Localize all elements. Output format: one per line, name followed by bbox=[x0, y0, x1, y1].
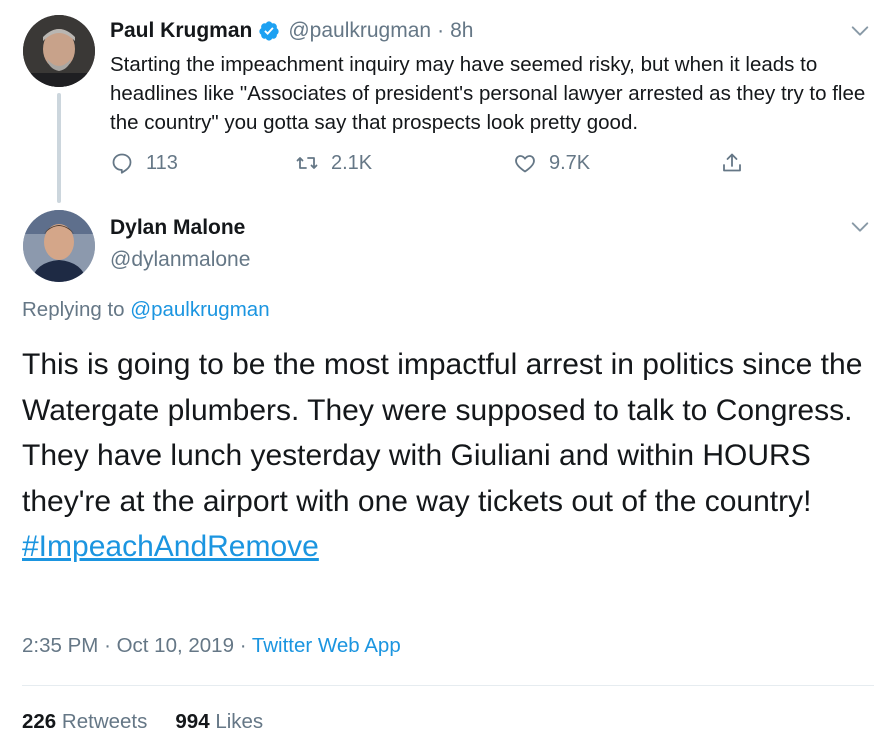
tweet-date[interactable]: Oct 10, 2019 bbox=[117, 634, 234, 657]
retweet-button[interactable]: 2.1K bbox=[295, 148, 372, 178]
parent-tweet-header: Paul Krugman @paulkrugman · 8h bbox=[110, 16, 473, 46]
main-tweet-text: This is going to be the most impactful a… bbox=[22, 342, 882, 570]
likes-stat[interactable]: 994 Likes bbox=[175, 710, 263, 733]
reply-count: 113 bbox=[146, 151, 178, 174]
avatar[interactable] bbox=[23, 210, 95, 282]
share-icon bbox=[723, 153, 741, 172]
hashtag-link[interactable]: #ImpeachAndRemove bbox=[22, 524, 882, 570]
retweets-label: Retweets bbox=[61, 710, 148, 733]
tweet-actions-bar: 113 2.1K 9.7K bbox=[110, 148, 770, 178]
tweet-meta: 2:35 PM · Oct 10, 2019 · Twitter Web App bbox=[22, 634, 401, 658]
replying-to-line: Replying to @paulkrugman bbox=[22, 298, 270, 322]
verified-badge-icon bbox=[259, 21, 279, 41]
tweet-timestamp[interactable]: 8h bbox=[450, 19, 473, 43]
likes-label: Likes bbox=[215, 710, 264, 733]
separator-dot: · bbox=[239, 634, 247, 657]
like-icon bbox=[515, 155, 535, 173]
like-button[interactable]: 9.7K bbox=[513, 148, 590, 178]
parent-tweet-text: Starting the impeachment inquiry may hav… bbox=[110, 53, 866, 134]
tweet-time[interactable]: 2:35 PM bbox=[22, 634, 98, 657]
retweet-count: 2.1K bbox=[331, 151, 373, 174]
share-button[interactable] bbox=[720, 148, 744, 178]
divider bbox=[22, 685, 874, 686]
avatar-image-dylan-malone bbox=[23, 210, 95, 282]
reply-button[interactable]: 113 bbox=[110, 148, 178, 178]
tweet-body: This is going to be the most impactful a… bbox=[22, 348, 863, 518]
avatar-image-paul-krugman bbox=[23, 15, 95, 87]
separator-dot: · bbox=[437, 19, 445, 42]
thread-connector-line bbox=[57, 93, 61, 203]
chevron-down-icon[interactable] bbox=[849, 20, 871, 42]
retweets-count: 226 bbox=[22, 710, 57, 733]
likes-count: 994 bbox=[175, 710, 210, 733]
tweet-source-link[interactable]: Twitter Web App bbox=[252, 634, 401, 657]
engagement-stats: 226 Retweets 994 Likes bbox=[22, 710, 263, 734]
reply-icon bbox=[112, 153, 132, 174]
retweet-icon bbox=[296, 157, 318, 169]
chevron-down-icon[interactable] bbox=[849, 216, 871, 238]
avatar[interactable] bbox=[23, 15, 95, 87]
author-handle[interactable]: @paulkrugman bbox=[288, 19, 431, 43]
author-name[interactable]: Dylan Malone bbox=[110, 216, 245, 240]
author-handle[interactable]: @dylanmalone bbox=[110, 248, 250, 272]
replying-to-link[interactable]: @paulkrugman bbox=[130, 298, 269, 321]
tweet-detail-view: Paul Krugman @paulkrugman · 8h Starting … bbox=[0, 0, 892, 755]
like-count: 9.7K bbox=[549, 151, 591, 174]
retweets-stat[interactable]: 226 Retweets bbox=[22, 710, 147, 733]
replying-to-label: Replying to bbox=[22, 298, 131, 321]
author-name[interactable]: Paul Krugman bbox=[110, 19, 252, 43]
parent-tweet[interactable]: Paul Krugman @paulkrugman · 8h Starting … bbox=[0, 0, 892, 203]
separator-dot: · bbox=[104, 634, 111, 657]
